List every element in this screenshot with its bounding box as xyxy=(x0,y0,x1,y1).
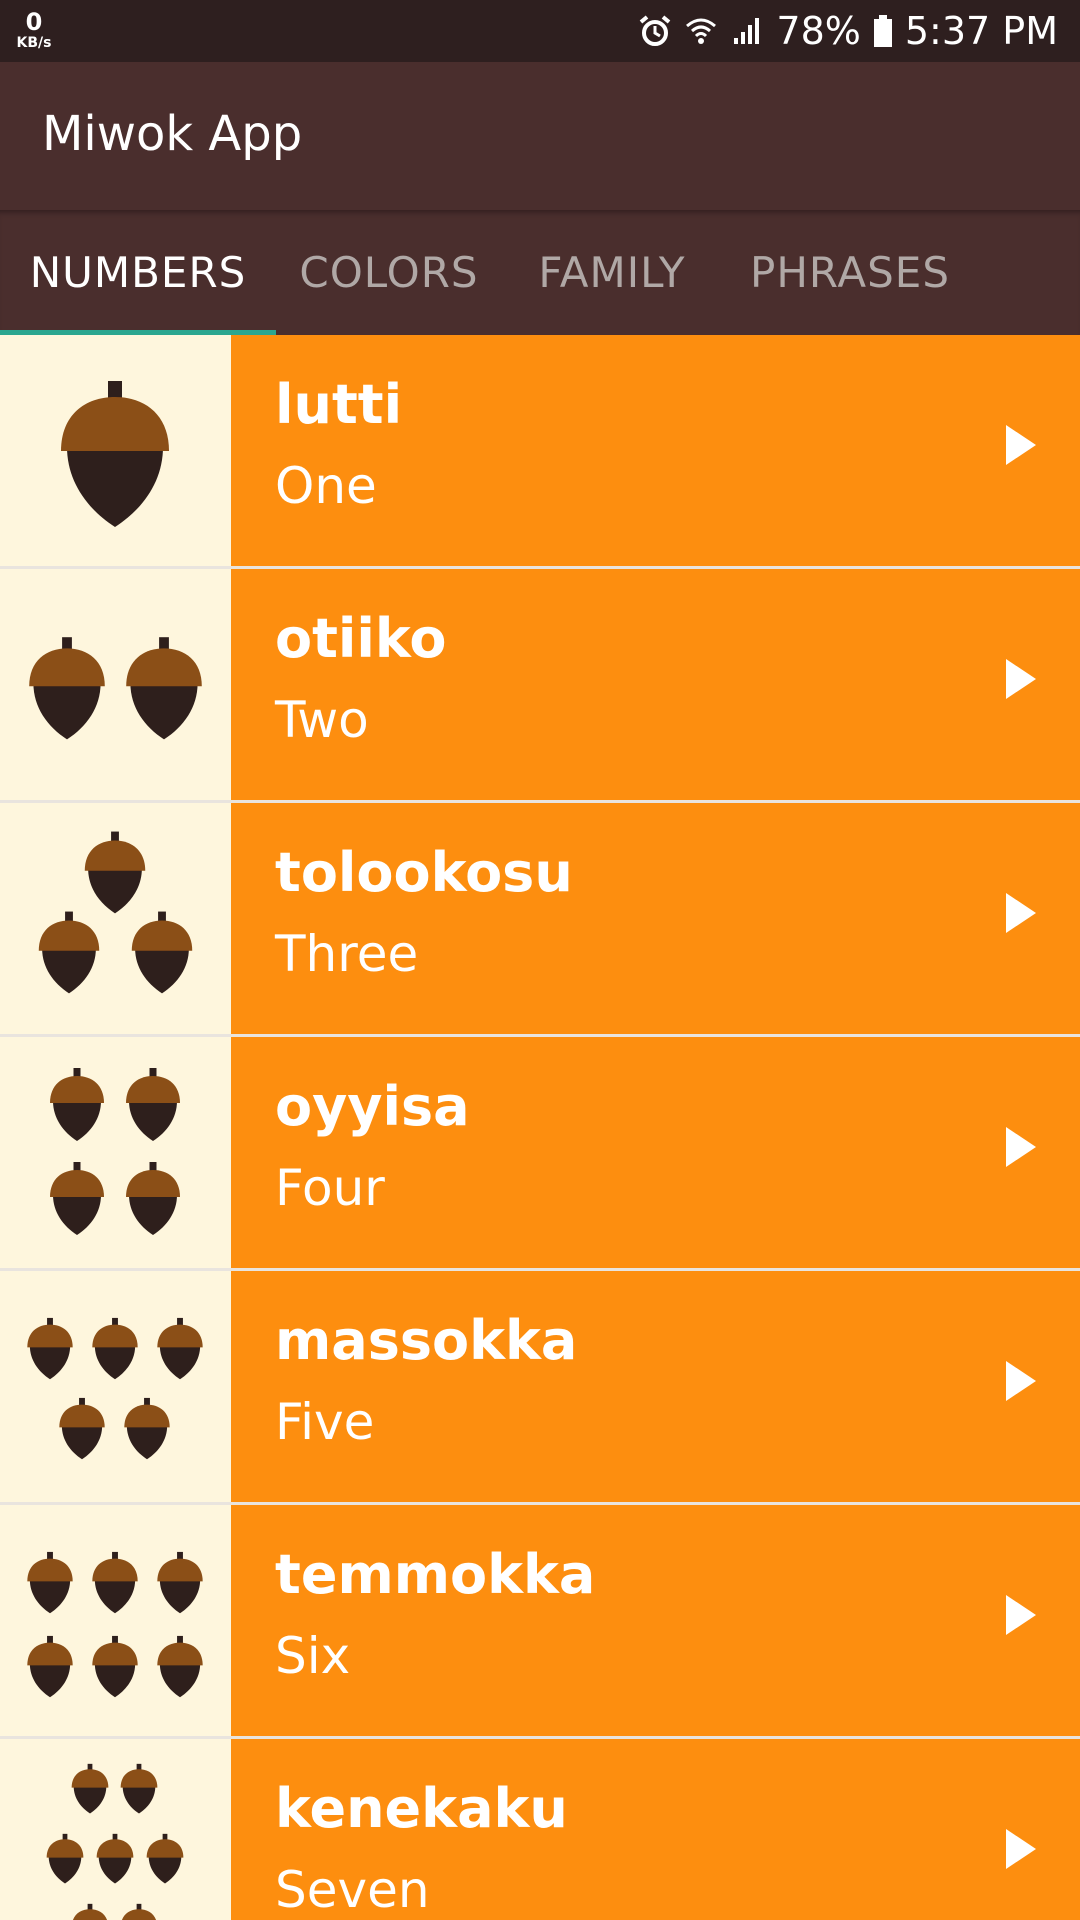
network-speed-value: 0 xyxy=(25,8,43,36)
acorn-icon xyxy=(50,1068,104,1141)
acorn-icon xyxy=(92,1635,138,1698)
clock-time: 5:37 PM xyxy=(904,9,1058,53)
acorn-icon xyxy=(50,1162,104,1235)
app-title: Miwok App xyxy=(42,106,303,162)
acorn-icon xyxy=(146,1833,184,1884)
word-card[interactable]: oyyisa Four xyxy=(231,1037,1080,1268)
network-speed-unit: KB/s xyxy=(16,35,52,51)
acorn-icon xyxy=(27,1551,73,1614)
status-bar: 0 KB/s 78% 5:37 PM xyxy=(0,0,1080,62)
network-speed: 0 KB/s xyxy=(14,10,54,50)
acorn-icon xyxy=(38,911,100,994)
list-item[interactable]: otiiko Two xyxy=(0,569,1080,800)
acorn-image-six xyxy=(0,1505,231,1736)
battery-percent: 78% xyxy=(776,9,861,53)
tab-phrases[interactable]: PHRASES xyxy=(722,210,978,335)
list-item[interactable]: kenekaku Seven xyxy=(0,1739,1080,1920)
word-card[interactable]: tolookosu Three xyxy=(231,803,1080,1034)
acorn-image-three xyxy=(0,803,231,1034)
acorn-image-five xyxy=(0,1271,231,1502)
wifi-icon xyxy=(684,14,718,48)
play-icon[interactable] xyxy=(1006,1127,1036,1167)
english-translation: Five xyxy=(275,1393,375,1451)
acorn-icon xyxy=(84,831,146,914)
acorn-icon xyxy=(120,1763,158,1814)
acorn-icon xyxy=(27,1635,73,1698)
word-card[interactable]: lutti One xyxy=(231,335,1080,566)
acorn-icon xyxy=(157,1635,203,1698)
miwok-word: tolookosu xyxy=(275,841,573,904)
word-card[interactable]: massokka Five xyxy=(231,1271,1080,1502)
play-icon[interactable] xyxy=(1006,893,1036,933)
english-translation: One xyxy=(275,457,377,515)
english-translation: Six xyxy=(275,1627,351,1685)
acorn-icon xyxy=(157,1551,203,1614)
miwok-word: otiiko xyxy=(275,607,447,670)
tab-family[interactable]: FAMILY xyxy=(502,210,722,335)
english-translation: Two xyxy=(275,691,369,749)
play-icon[interactable] xyxy=(1006,1361,1036,1401)
play-icon[interactable] xyxy=(1006,425,1036,465)
acorn-icon xyxy=(27,1317,73,1380)
list-item[interactable]: tolookosu Three xyxy=(0,803,1080,1034)
tab-bar: NUMBERS COLORS FAMILY PHRASES xyxy=(0,210,1080,335)
acorn-icon xyxy=(92,1317,138,1380)
english-translation: Seven xyxy=(275,1861,430,1919)
list-item[interactable]: lutti One xyxy=(0,335,1080,566)
acorn-image-four xyxy=(0,1037,231,1268)
tab-numbers[interactable]: NUMBERS xyxy=(0,210,276,335)
alarm-icon xyxy=(638,14,672,48)
play-icon[interactable] xyxy=(1006,1829,1036,1869)
list-item[interactable]: massokka Five xyxy=(0,1271,1080,1502)
miwok-word: temmokka xyxy=(275,1543,596,1606)
miwok-word: massokka xyxy=(275,1309,578,1372)
tab-colors[interactable]: COLORS xyxy=(276,210,502,335)
list-item[interactable]: temmokka Six xyxy=(0,1505,1080,1736)
word-list[interactable]: lutti One otiiko Two tolookosu Three oyy… xyxy=(0,335,1080,1920)
word-card[interactable]: temmokka Six xyxy=(231,1505,1080,1736)
miwok-word: lutti xyxy=(275,373,403,436)
play-icon[interactable] xyxy=(1006,659,1036,699)
play-icon[interactable] xyxy=(1006,1595,1036,1635)
acorn-icon xyxy=(72,1903,108,1920)
acorn-image-two xyxy=(0,569,231,800)
miwok-word: kenekaku xyxy=(275,1777,568,1840)
acorn-icon xyxy=(71,1763,109,1814)
acorn-icon xyxy=(126,637,202,740)
acorn-icon xyxy=(29,637,105,740)
word-card[interactable]: kenekaku Seven xyxy=(231,1739,1080,1920)
acorn-icon xyxy=(126,1162,180,1235)
acorn-image-seven xyxy=(0,1739,231,1920)
acorn-icon xyxy=(131,911,193,994)
signal-icon xyxy=(730,14,764,48)
word-card[interactable]: otiiko Two xyxy=(231,569,1080,800)
battery-icon xyxy=(873,14,893,48)
acorn-icon xyxy=(157,1317,203,1380)
english-translation: Three xyxy=(275,925,419,983)
acorn-icon xyxy=(96,1833,134,1884)
acorn-icon xyxy=(92,1551,138,1614)
acorn-icon xyxy=(126,1068,180,1141)
app-bar: Miwok App xyxy=(0,62,1080,210)
acorn-icon xyxy=(124,1397,170,1460)
acorn-icon xyxy=(121,1903,157,1920)
acorn-icon xyxy=(61,381,169,527)
acorn-icon xyxy=(46,1833,84,1884)
acorn-image-one xyxy=(0,335,231,566)
english-translation: Four xyxy=(275,1159,385,1217)
status-icons: 78% 5:37 PM xyxy=(638,0,1058,62)
acorn-icon xyxy=(59,1397,105,1460)
list-item[interactable]: oyyisa Four xyxy=(0,1037,1080,1268)
miwok-word: oyyisa xyxy=(275,1075,470,1138)
